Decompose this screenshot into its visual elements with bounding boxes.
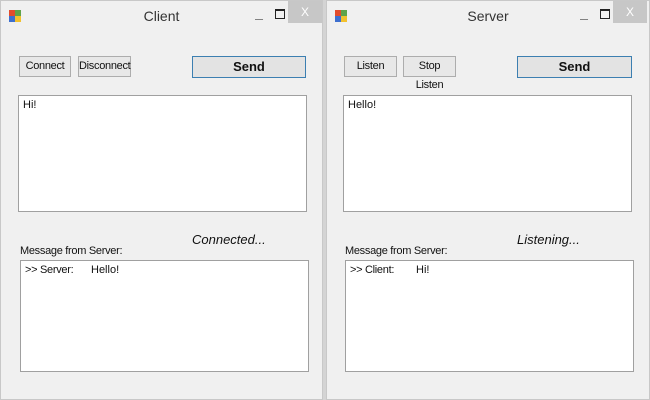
- message-text: Hello!: [91, 264, 120, 276]
- message-input-text: Hello!: [348, 99, 377, 111]
- connection-status: Connected...: [192, 232, 266, 247]
- disconnect-button[interactable]: Disconnect: [78, 56, 131, 77]
- server-window: Server _ X Listen Stop Listen Send Hello…: [326, 0, 650, 400]
- message-prefix: >> Server:: [25, 264, 74, 276]
- received-messages-box[interactable]: >> Client: Hi!: [345, 260, 634, 372]
- maximize-button[interactable]: [275, 9, 285, 19]
- message-text: Hi!: [416, 264, 430, 276]
- client-titlebar[interactable]: Client _ X: [1, 1, 322, 33]
- close-button[interactable]: X: [288, 1, 322, 23]
- maximize-button[interactable]: [600, 9, 610, 19]
- server-titlebar[interactable]: Server _ X: [327, 1, 649, 33]
- minimize-button[interactable]: _: [573, 3, 595, 27]
- window-title: Client: [143, 8, 180, 24]
- message-input[interactable]: Hi!: [18, 95, 307, 212]
- messages-label: Message from Server:: [20, 245, 123, 257]
- listen-button[interactable]: Listen: [344, 56, 397, 77]
- listening-status: Listening...: [517, 232, 580, 247]
- send-button[interactable]: Send: [192, 56, 306, 78]
- received-messages-box[interactable]: >> Server: Hello!: [20, 260, 309, 372]
- message-prefix: >> Client:: [350, 264, 395, 276]
- stop-listen-button[interactable]: Stop Listen: [403, 56, 456, 91]
- connect-button[interactable]: Connect: [19, 56, 71, 77]
- client-window: Client _ X Connect Disconnect Send Hi! C…: [0, 0, 323, 400]
- close-button[interactable]: X: [613, 1, 647, 23]
- message-input[interactable]: Hello!: [343, 95, 632, 212]
- messages-label: Message from Server:: [345, 245, 448, 257]
- minimize-button[interactable]: _: [248, 3, 270, 27]
- send-button[interactable]: Send: [517, 56, 632, 78]
- message-input-text: Hi!: [23, 99, 37, 111]
